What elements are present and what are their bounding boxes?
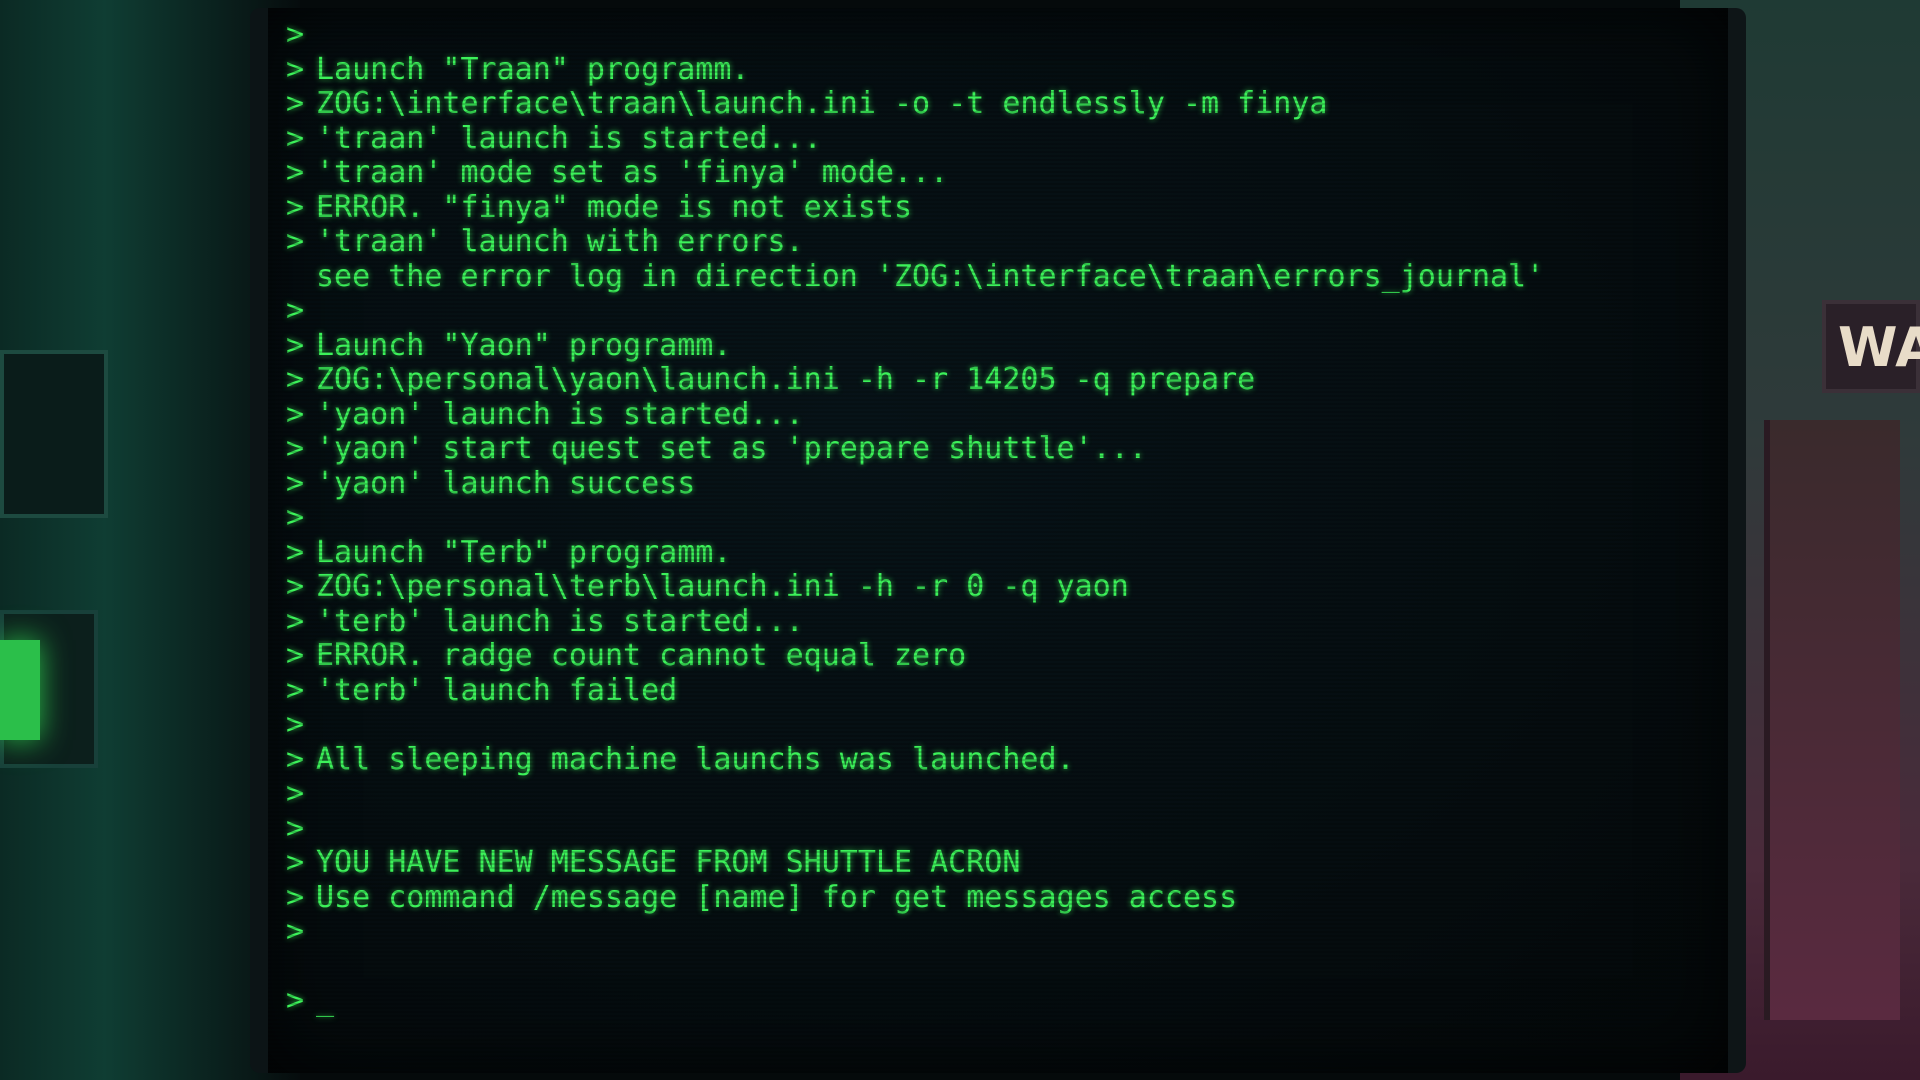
terminal-line-text: 'yaon' launch success (316, 465, 696, 501)
terminal-line: > 'terb' launch is started... (286, 603, 1686, 640)
terminal-output: > > Launch "Traan" programm. > ZOG:\interfac… (286, 17, 1686, 1019)
terminal-line-text: YOU HAVE NEW MESSAGE FROM SHUTTLE ACRON (316, 845, 1021, 880)
prompt-icon: > (286, 672, 305, 708)
prompt-icon: > (286, 120, 305, 156)
prompt-icon: > (286, 396, 305, 432)
terminal-line: see the error log in direction 'ZOG:\int… (286, 258, 1686, 295)
terminal-line: > YOU HAVE NEW MESSAGE FROM SHUTTLE ACRON (286, 845, 1686, 881)
terminal-line: > 'traan' mode set as 'finya' mode... (286, 155, 1686, 191)
terminal-line: > ERROR. radge count cannot equal zero (286, 638, 1686, 674)
terminal-line-text: ZOG:\personal\terb\launch.ini -h -r 0 -q… (316, 569, 1129, 604)
prompt-icon: > (286, 51, 305, 87)
terminal-line: > ERROR. "finya" mode is not exists (286, 189, 1686, 226)
wall-panel (0, 350, 108, 518)
terminal-line-text: see the error log in direction 'ZOG:\int… (316, 258, 1545, 294)
terminal-line-text: Use command /message [name] for get mess… (316, 879, 1238, 915)
terminal-line-text: 'terb' launch is started... (316, 603, 804, 639)
terminal-line: > (286, 17, 1686, 53)
terminal-line-text: ZOG:\interface\traan\launch.ini -o -t en… (316, 86, 1328, 121)
terminal-line: > All sleeping machine launchs was launch… (286, 741, 1686, 778)
prompt-icon: > (286, 500, 305, 535)
terminal-line-text: 'traan' launch is started... (316, 120, 822, 156)
terminal-line-text: Launch "Terb" programm. (316, 534, 732, 570)
terminal-line-text: ERROR. "finya" mode is not exists (316, 189, 913, 225)
terminal-line: > ZOG:\personal\terb\launch.ini -h -r 0 -… (286, 569, 1686, 605)
terminal-line: > (286, 810, 1686, 847)
terminal-line-text: ERROR. radge count cannot equal zero (316, 638, 967, 673)
terminal-line-text: ZOG:\personal\yaon\launch.ini -h -r 1420… (316, 362, 1256, 397)
prompt-icon: > (286, 707, 305, 742)
terminal-line: > (286, 914, 1686, 950)
prompt-icon: > (286, 362, 305, 397)
prompt-icon: > (286, 327, 305, 363)
prompt-icon: > (286, 741, 305, 777)
terminal-line-text: All sleeping machine launchs was launche… (316, 741, 1075, 777)
terminal-line: > 'traan' launch with errors. (286, 224, 1686, 260)
prompt-icon: > (286, 534, 305, 570)
prompt-icon: > (286, 86, 305, 121)
door (1764, 420, 1900, 1020)
terminal-line: > ZOG:\personal\yaon\launch.ini -h -r 142… (286, 362, 1686, 398)
prompt-icon: > (286, 431, 305, 466)
terminal-line: > (286, 293, 1686, 329)
terminal-line-text: Launch "Yaon" programm. (316, 327, 732, 363)
input-prompt-icon: > (286, 983, 305, 1018)
terminal-line-text: 'traan' mode set as 'finya' mode... (316, 155, 949, 190)
terminal-line-text: 'terb' launch failed (316, 672, 678, 708)
prompt-icon: > (286, 810, 305, 846)
terminal-line: > 'yaon' launch is started... (286, 396, 1686, 433)
terminal-line-text: Launch "Traan" programm. (316, 51, 750, 87)
prompt-icon: > (286, 845, 305, 880)
green-light (0, 640, 40, 740)
terminal-line-text: 'yaon' launch is started... (316, 396, 804, 432)
prompt-icon: > (286, 879, 305, 915)
terminal-line: > Launch "Yaon" programm. (286, 327, 1686, 364)
terminal-line: > (286, 707, 1686, 743)
wall-sign: WA (1822, 300, 1920, 393)
wall-sign-text: WA (1838, 316, 1920, 379)
terminal-line: > 'yaon' launch success (286, 465, 1686, 502)
prompt-icon: > (286, 465, 305, 501)
prompt-icon: > (286, 17, 305, 52)
terminal-line: > ZOG:\interface\traan\launch.ini -o -t e… (286, 86, 1686, 122)
prompt-icon: > (286, 914, 305, 949)
terminal-line: > 'traan' launch is started... (286, 120, 1686, 157)
terminal-line: > Launch "Terb" programm. (286, 534, 1686, 571)
prompt-icon: > (286, 155, 305, 190)
text-cursor[interactable]: _ (316, 983, 334, 1019)
prompt-icon: > (286, 293, 305, 328)
terminal-line: > Launch "Traan" programm. (286, 51, 1686, 88)
terminal-line: > (286, 776, 1686, 812)
prompt-icon: > (286, 224, 305, 259)
prompt-icon: > (286, 603, 305, 639)
prompt-icon: > (286, 776, 305, 811)
prompt-icon: > (286, 638, 305, 673)
terminal-line-text: 'yaon' start quest set as 'prepare shutt… (316, 431, 1147, 466)
terminal-line: > 'terb' launch failed (286, 672, 1686, 709)
terminal-line-text: 'traan' launch with errors. (316, 224, 804, 259)
prompt-icon: > (286, 189, 305, 225)
command-input-line[interactable]: > _ (286, 983, 1686, 1019)
crt-monitor: > > Launch "Traan" programm. > ZOG:\interfac… (250, 8, 1746, 1073)
terminal-line: > Use command /message [name] for get mes… (286, 879, 1686, 916)
terminal-line: > 'yaon' start quest set as 'prepare shut… (286, 431, 1686, 467)
terminal-line: > (286, 500, 1686, 536)
prompt-icon: > (286, 569, 305, 604)
